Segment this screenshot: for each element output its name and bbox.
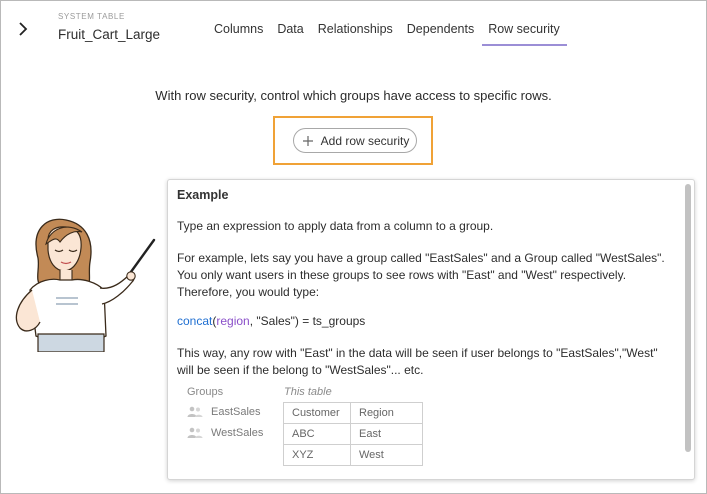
table-cell: West [350,444,423,466]
chevron-right-icon[interactable] [14,19,32,39]
row-security-intro: With row security, control which groups … [155,88,552,103]
group-item: EastSales [187,406,261,418]
table-name: Fruit_Cart_Large [58,27,161,42]
formula-function: concat [177,314,213,328]
tab-row-security[interactable]: Row security [481,20,567,46]
example-title: Example [177,188,229,202]
group-name: EastSales [211,406,261,418]
tab-dependents[interactable]: Dependents [400,20,481,46]
tab-bar: Columns Data Relationships Dependents Ro… [207,20,567,46]
table-header-cell: Customer [283,402,351,424]
example-description: Type an expression to apply data from a … [177,219,494,233]
example-explanation: This way, any row with "East" in the dat… [177,346,658,377]
formula-rest: , "Sales") = ts_groups [249,314,366,328]
tab-data[interactable]: Data [270,20,310,46]
table-cell: XYZ [283,444,351,466]
group-item: WestSales [187,427,263,439]
table-row: ABC East [283,423,423,445]
tab-columns[interactable]: Columns [207,20,270,46]
plus-icon [301,134,315,148]
presenter-illustration [8,218,158,353]
table-header-cell: Region [350,402,423,424]
table-cell: ABC [283,423,351,445]
users-icon [187,427,203,438]
add-row-security-label: Add row security [320,133,410,148]
table-type-label: SYSTEM TABLE [58,12,125,21]
example-table: Customer Region ABC East XYZ West [283,402,423,466]
users-icon [187,406,203,417]
example-formula: concat(region, "Sales") = ts_groups [177,313,677,330]
table-header-row: Customer Region [283,402,423,424]
tab-relationships[interactable]: Relationships [311,20,400,46]
add-row-security-button[interactable]: Add row security [293,128,417,153]
table-row: XYZ West [283,444,423,466]
group-name: WestSales [211,427,264,439]
formula-argument: region [216,314,250,328]
table-cell: East [350,423,423,445]
card-scrollbar[interactable] [685,184,691,452]
table-caption: This table [284,386,332,398]
example-card: Example Type an expression to apply data… [167,179,695,480]
groups-header: Groups [187,386,224,398]
example-scenario: For example, lets say you have a group c… [177,251,665,299]
add-button-highlight: Add row security [273,116,433,165]
